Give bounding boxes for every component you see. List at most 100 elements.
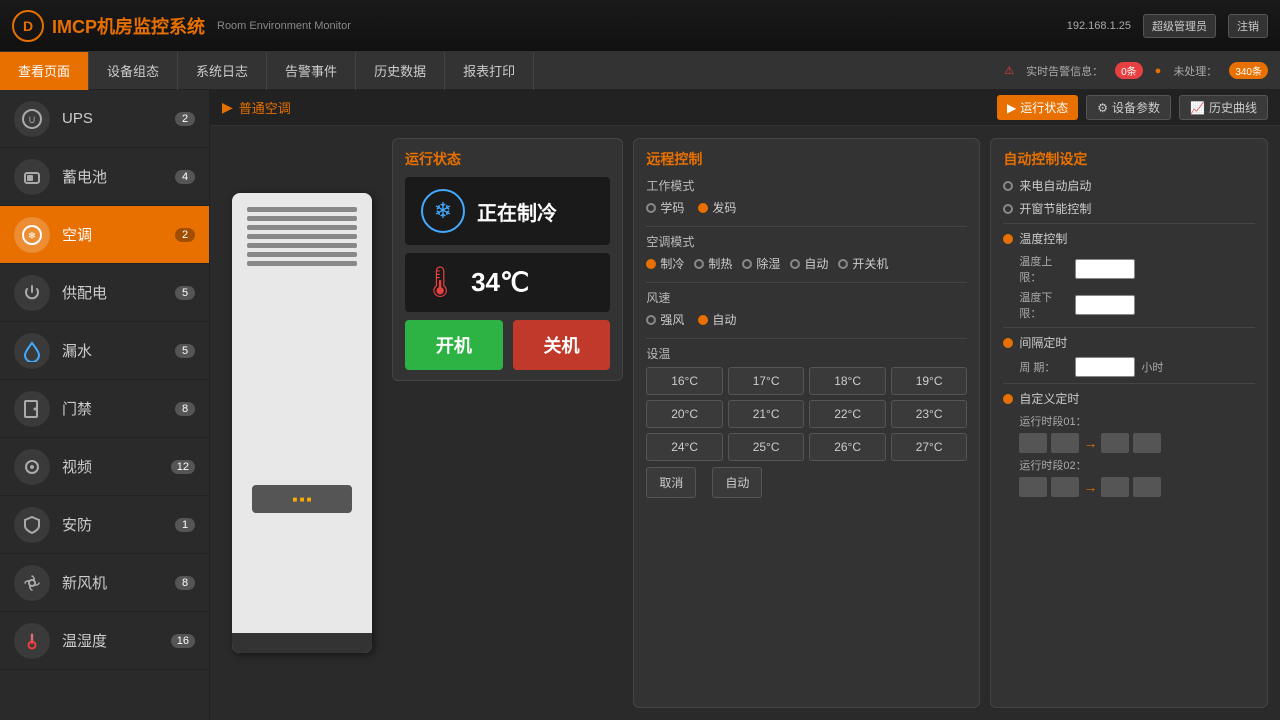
history-curve-button[interactable]: 📈 历史曲线 (1179, 95, 1268, 120)
ac-mode-cool[interactable]: 制冷 (646, 255, 684, 272)
vent-line-1 (247, 207, 357, 212)
nav-item-report[interactable]: 报表打印 (445, 52, 534, 90)
interval-timer-dot (1003, 338, 1013, 348)
work-mode-fama[interactable]: 发码 (698, 199, 736, 216)
sidebar-count-door: 8 (175, 402, 195, 416)
fama-radio-dot (698, 203, 708, 213)
sidebar-item-video[interactable]: 视频 12 (0, 438, 209, 496)
sidebar-item-ventilator[interactable]: 新风机 8 (0, 554, 209, 612)
auto-temp-button[interactable]: 自动 (712, 467, 762, 498)
power-off-button[interactable]: 关机 (513, 320, 611, 370)
sidebar-item-water[interactable]: 漏水 5 (0, 322, 209, 380)
temp-21[interactable]: 21°C (728, 400, 805, 428)
sidebar-count-security: 1 (175, 518, 195, 532)
fan-strong[interactable]: 强风 (646, 311, 684, 328)
period-input[interactable] (1075, 357, 1135, 377)
sidebar-item-security[interactable]: 安防 1 (0, 496, 209, 554)
content-body: ■ ■ ■ 运行状态 ❄ 正在制冷 🌡 34℃ (210, 126, 1280, 720)
tr2-hour-end[interactable] (1101, 477, 1129, 497)
vent-line-3 (247, 225, 357, 230)
sidebar-item-ac[interactable]: ❄ 空调 2 (0, 206, 209, 264)
auto-option-temp[interactable]: 温度控制 (1003, 230, 1255, 247)
video-icon (14, 449, 50, 485)
ac-mode-power[interactable]: 开关机 (838, 255, 888, 272)
temp-24[interactable]: 24°C (646, 433, 723, 461)
alert-icon: ⚠ (1004, 64, 1014, 77)
user-button[interactable]: 超级管理员 (1143, 14, 1216, 38)
ac-mode-radio-group: 制冷 制热 除湿 自动 (646, 255, 967, 272)
tr1-min-start[interactable] (1051, 433, 1079, 453)
ac-mode-heat[interactable]: 制热 (694, 255, 732, 272)
sidebar-item-power[interactable]: 供配电 5 (0, 264, 209, 322)
strong-wind-dot (646, 315, 656, 325)
sidebar-item-ups[interactable]: U UPS 2 (0, 90, 209, 148)
cancel-temp-button[interactable]: 取消 (646, 467, 696, 498)
running-icon: ▶ (1007, 101, 1016, 115)
header-buttons: ▶ 运行状态 ⚙ 设备参数 📈 历史曲线 (997, 95, 1268, 120)
temp-16[interactable]: 16°C (646, 367, 723, 395)
breadcrumb-arrow-icon: ▶ (222, 99, 233, 116)
ac-mode-auto[interactable]: 自动 (790, 255, 828, 272)
temp-upper-label: 温度上限： (1019, 253, 1069, 285)
auto-control-section: 自动控制设定 来电自动启动 开窗节能控制 温度控制 (990, 138, 1268, 708)
vent-line-5 (247, 243, 357, 248)
sidebar-item-battery[interactable]: 蓄电池 4 (0, 148, 209, 206)
work-mode-section: 工作模式 学码 发码 (646, 177, 967, 216)
temp-26[interactable]: 26°C (809, 433, 886, 461)
temp-23[interactable]: 23°C (891, 400, 968, 428)
logout-button[interactable]: 注销 (1228, 14, 1268, 38)
nav-item-view[interactable]: 查看页面 (0, 52, 89, 90)
ac-mode-dehumid[interactable]: 除湿 (742, 255, 780, 272)
running-status-button[interactable]: ▶ 运行状态 (997, 95, 1078, 120)
nav-item-device[interactable]: 设备组态 (89, 52, 178, 90)
tr1-min-end[interactable] (1133, 433, 1161, 453)
temp-18[interactable]: 18°C (809, 367, 886, 395)
sidebar-item-door[interactable]: 门禁 8 (0, 380, 209, 438)
sidebar-item-temphumid[interactable]: 温湿度 16 (0, 612, 209, 670)
nav-item-history[interactable]: 历史数据 (356, 52, 445, 90)
sidebar-count-ups: 2 (175, 112, 195, 126)
power-on-button[interactable]: 开机 (405, 320, 503, 370)
power-radio-dot (838, 259, 848, 269)
work-mode-label: 工作模式 (646, 177, 967, 194)
temp-upper-row: 温度上限： (1019, 253, 1255, 285)
fan-auto[interactable]: 自动 (698, 311, 736, 328)
app-title: IMCP机房监控系统 (52, 13, 205, 39)
temp-control-sub: 温度上限： 温度下限： (1003, 253, 1255, 321)
temp-control-label: 温度控制 (1019, 230, 1067, 247)
temp-lower-input[interactable] (1075, 295, 1135, 315)
temp-27[interactable]: 27°C (891, 433, 968, 461)
temp-control-dot (1003, 234, 1013, 244)
temp-upper-input[interactable] (1075, 259, 1135, 279)
temp-25[interactable]: 25°C (728, 433, 805, 461)
tr1-hour-end[interactable] (1101, 433, 1129, 453)
device-settings-button[interactable]: ⚙ 设备参数 (1086, 95, 1171, 120)
sidebar-label-battery: 蓄电池 (62, 166, 175, 187)
timerange2-input-row: → (1019, 477, 1255, 497)
tr2-hour-start[interactable] (1019, 477, 1047, 497)
thermometer-icon: 🌡 (421, 265, 459, 300)
temp-17[interactable]: 17°C (728, 367, 805, 395)
temphumid-icon (14, 623, 50, 659)
auto-option-custom[interactable]: 自定义定时 (1003, 390, 1255, 407)
temp-20[interactable]: 20°C (646, 400, 723, 428)
op-status-section: 运行状态 ❄ 正在制冷 🌡 34℃ 开机 关机 (392, 138, 623, 708)
tr2-min-end[interactable] (1133, 477, 1161, 497)
temp-19[interactable]: 19°C (891, 367, 968, 395)
tr2-min-start[interactable] (1051, 477, 1079, 497)
period-row: 周 期： 小时 (1019, 357, 1255, 377)
auto-option-interval[interactable]: 间隔定时 (1003, 334, 1255, 351)
tr1-hour-start[interactable] (1019, 433, 1047, 453)
title-bar: D IMCP机房监控系统 Room Environment Monitor 19… (0, 0, 1280, 52)
fan-section: 风速 强风 自动 (646, 289, 967, 328)
auto-option-powerup[interactable]: 来电自动启动 (1003, 177, 1255, 194)
auto-option-window[interactable]: 开窗节能控制 (1003, 200, 1255, 217)
nav-item-alarm[interactable]: 告警事件 (267, 52, 356, 90)
nav-item-syslog[interactable]: 系统日志 (178, 52, 267, 90)
temp-22[interactable]: 22°C (809, 400, 886, 428)
work-mode-xuma[interactable]: 学码 (646, 199, 684, 216)
sidebar-label-ac: 空调 (62, 224, 175, 245)
vent-line-6 (247, 252, 357, 257)
auto-fan-dot (698, 315, 708, 325)
vent-line-4 (247, 234, 357, 239)
